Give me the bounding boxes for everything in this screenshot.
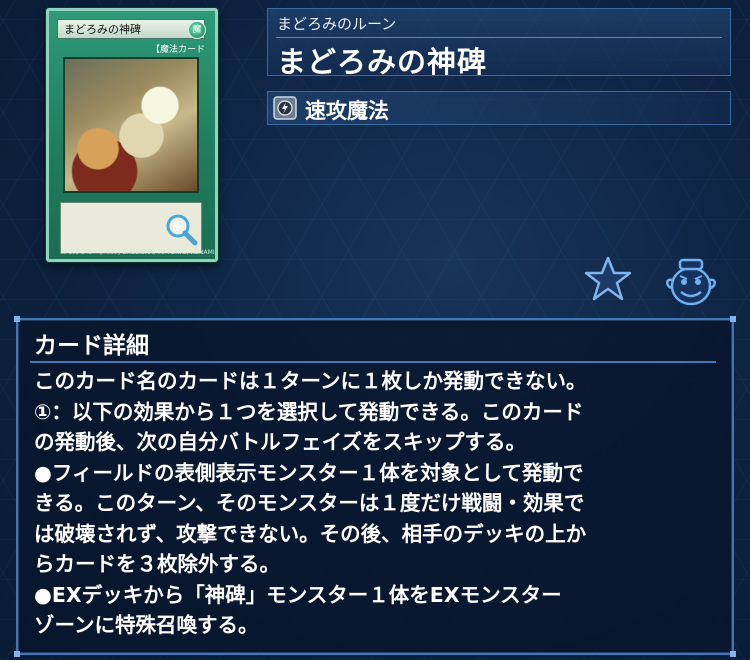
card-thumbnail[interactable]: まどろみの神碑 魔 【魔法カード © スタジオ・ダイス / SHUEISHA, … — [46, 8, 218, 262]
favorite-button[interactable] — [583, 255, 633, 303]
panel-corner — [14, 316, 20, 322]
card-details-heading: カード詳細 — [34, 333, 149, 359]
quick-play-spell-icon — [273, 96, 297, 120]
spell-attribute-icon: 魔 — [188, 21, 206, 39]
card-name-panel: まどろみのルーン まどろみの神碑 — [267, 8, 731, 79]
magnifier-icon — [166, 214, 198, 246]
effect-line: ●EXデッキから「神碑」モンスター１体をEXモンスター — [34, 582, 562, 607]
card-thumb-type-line: 【魔法カード — [150, 45, 205, 55]
card-details-panel: カード詳細 このカード名のカードは１ターンに１枚しか発動できない。 ①：以下の効… — [14, 316, 736, 657]
panel-corner — [730, 651, 736, 657]
effect-line: らカードを３枚除外する。 — [34, 552, 280, 576]
effect-line: は破壊されず、攻撃できない。その後、相手のデッキの上か — [34, 521, 587, 546]
card-name-title: まどろみの神碑 — [277, 45, 488, 79]
card-thumb-footer: © スタジオ・ダイス / SHUEISHA, TV TOKYO, KONAMI — [61, 249, 215, 256]
pot-button[interactable] — [663, 252, 719, 308]
card-artwork — [63, 57, 199, 193]
panel-corner — [14, 651, 20, 657]
effect-line: このカード名のカードは１ターンに１枚しか発動できない。 — [34, 369, 587, 393]
card-effect-text: このカード名のカードは１ターンに１枚しか発動できない。 ①：以下の効果から１つを… — [34, 366, 722, 641]
star-icon — [584, 256, 632, 301]
effect-line: きる。このターン、そのモンスターは１度だけ戦闘・効果で — [34, 491, 585, 515]
card-type-label: 速攻魔法 — [305, 99, 389, 123]
pot-of-greed-icon — [666, 258, 716, 306]
panel-corner — [730, 316, 736, 322]
zoom-button[interactable] — [164, 212, 198, 246]
card-type-row: 速攻魔法 — [267, 91, 731, 125]
effect-line: ゾーンに特殊召喚する。 — [34, 613, 259, 637]
effect-line: ①：以下の効果から１つを選択して発動できる。このカード — [34, 399, 584, 424]
effect-line: ●フィールドの表側表示モンスター１体を対象として発動で — [34, 460, 584, 485]
card-thumb-name: まどろみの神碑 — [57, 19, 205, 39]
effect-line: の発動後、次の自分バトルフェイズをスキップする。 — [34, 430, 526, 454]
name-divider — [276, 37, 722, 38]
heading-divider — [30, 361, 716, 363]
card-name-reading: まどろみのルーン — [277, 15, 397, 33]
